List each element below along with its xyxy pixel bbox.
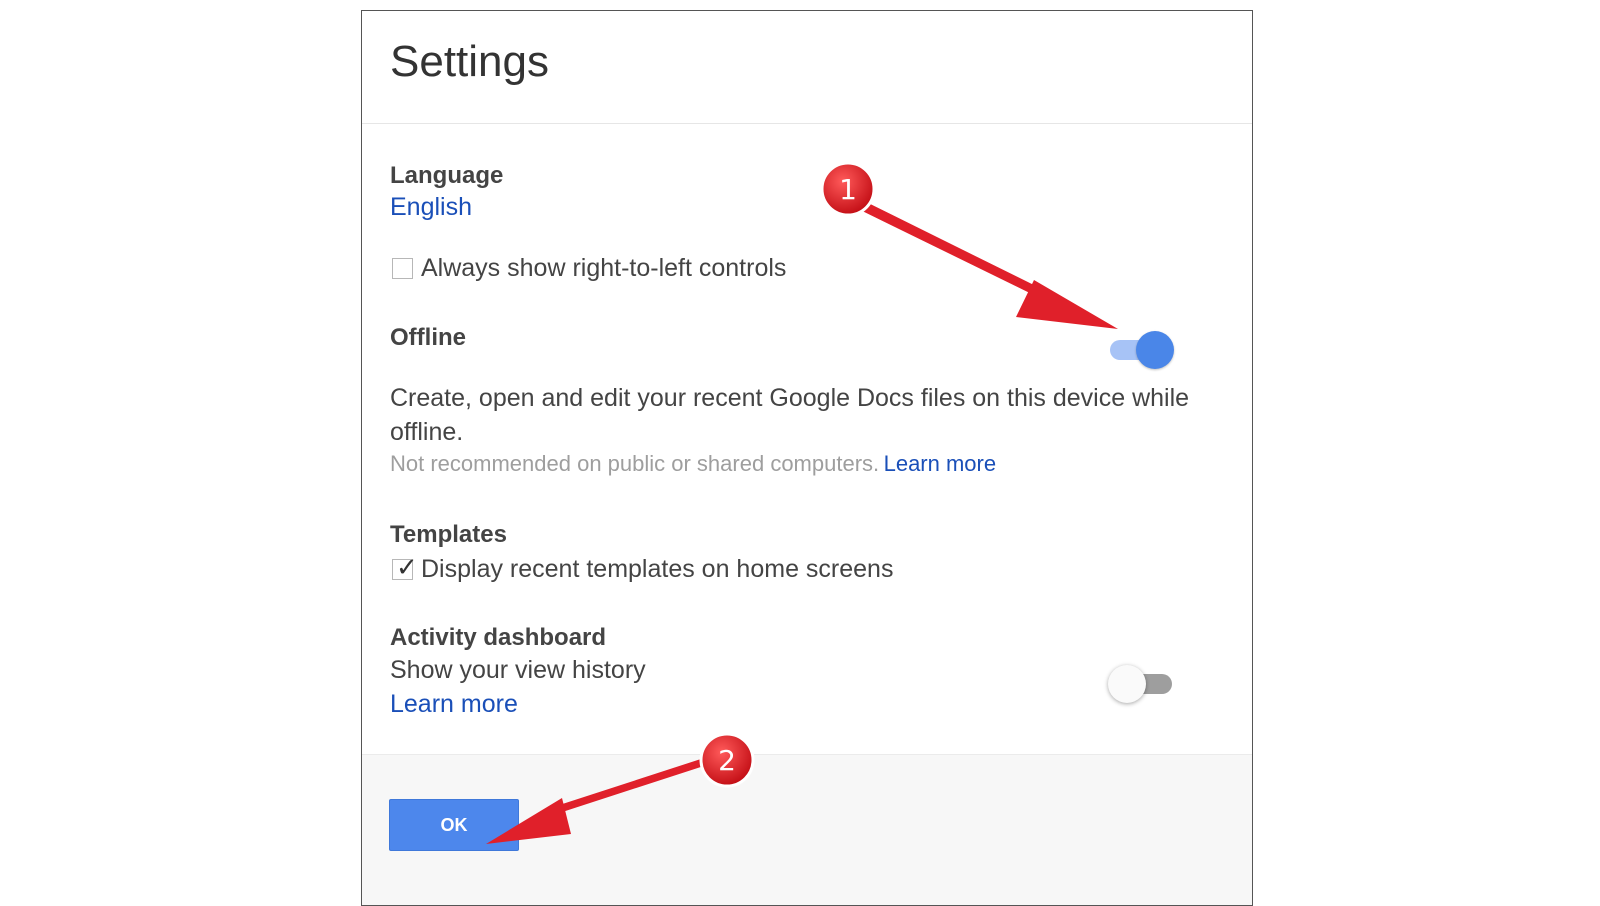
- templates-label: Templates: [390, 521, 507, 548]
- dialog-title: Settings: [390, 37, 549, 86]
- offline-toggle[interactable]: [1108, 329, 1174, 369]
- offline-learn-more-link[interactable]: Learn more: [884, 451, 997, 476]
- rtl-controls-option[interactable]: Always show right-to-left controls: [392, 254, 786, 283]
- activity-description: Show your view history: [390, 656, 646, 684]
- activity-toggle-thumb: [1108, 665, 1146, 703]
- language-label: Language: [390, 162, 504, 189]
- rtl-controls-checkbox[interactable]: [392, 258, 413, 279]
- dialog-header: Settings: [362, 11, 1252, 124]
- offline-label: Offline: [390, 324, 466, 351]
- offline-note-row: Not recommended on public or shared comp…: [390, 451, 996, 477]
- dialog-footer: OK: [362, 754, 1252, 905]
- ok-button[interactable]: OK: [389, 799, 519, 851]
- rtl-controls-label: Always show right-to-left controls: [421, 254, 787, 282]
- language-select-link[interactable]: English: [390, 193, 472, 222]
- recent-templates-label: Display recent templates on home screens: [421, 555, 894, 583]
- offline-note: Not recommended on public or shared comp…: [390, 451, 880, 476]
- activity-dashboard-toggle[interactable]: [1108, 663, 1174, 703]
- offline-description: Create, open and edit your recent Google…: [390, 384, 1190, 446]
- checkmark-icon: ✓: [396, 552, 418, 582]
- offline-toggle-thumb: [1136, 331, 1174, 369]
- activity-dashboard-label: Activity dashboard: [390, 624, 607, 651]
- activity-learn-more-link[interactable]: Learn more: [390, 690, 518, 719]
- recent-templates-option[interactable]: ✓ Display recent templates on home scree…: [392, 554, 894, 584]
- recent-templates-checkbox[interactable]: ✓: [392, 554, 418, 580]
- settings-dialog: Settings Language English Always show ri…: [361, 10, 1253, 906]
